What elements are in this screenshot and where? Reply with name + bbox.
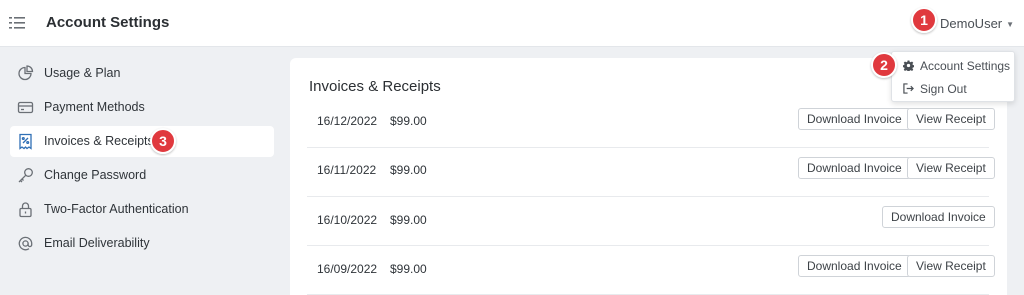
callout-badge: 1 [911, 7, 937, 33]
at-icon [18, 236, 33, 251]
download-invoice-button[interactable]: Download Invoice [798, 108, 911, 130]
sidebar-item-label: Change Password [44, 168, 147, 182]
view-receipt-button[interactable]: View Receipt [907, 255, 995, 277]
invoice-amount: $99.00 [390, 213, 427, 227]
menu-item-account-settings[interactable]: Account Settings [892, 55, 1014, 77]
download-invoice-button[interactable]: Download Invoice [798, 255, 911, 277]
view-receipt-button[interactable]: View Receipt [907, 157, 995, 179]
sidebar-item-label: Invoices & Receipts [44, 134, 154, 148]
invoice-date: 16/09/2022 [317, 262, 378, 276]
invoice-date: 16/11/2022 [317, 163, 377, 177]
sidebar-item-label: Usage & Plan [44, 66, 121, 80]
sidebar-item-payment-methods[interactable]: Payment Methods [10, 92, 274, 123]
table-row: 16/12/2022 $99.00 Download Invoice View … [307, 99, 995, 148]
sidebar-item-two-factor[interactable]: Two-Factor Authentication [10, 194, 274, 225]
callout-badge: 3 [150, 128, 176, 154]
table-row: 16/10/2022 $99.00 Download Invoice [307, 197, 995, 246]
invoice-date: 16/10/2022 [317, 213, 378, 227]
pie-chart-icon [18, 65, 34, 81]
user-menu-button[interactable]: DemoUser ▼ [940, 16, 1014, 31]
sidebar: Usage & Plan Payment Methods Invoices & … [0, 48, 283, 295]
key-icon [18, 168, 33, 183]
menu-item-label: Sign Out [920, 82, 967, 96]
invoice-amount: $99.00 [390, 262, 427, 276]
download-invoice-button[interactable]: Download Invoice [882, 206, 995, 228]
top-bar: Account Settings DemoUser ▼ [0, 0, 1024, 47]
menu-item-sign-out[interactable]: Sign Out [892, 78, 1014, 100]
user-dropdown-menu: Account Settings Sign Out [891, 51, 1015, 102]
credit-card-icon [17, 101, 34, 114]
view-receipt-button[interactable]: View Receipt [907, 108, 995, 130]
caret-down-icon: ▼ [1006, 20, 1015, 30]
callout-badge: 2 [871, 52, 897, 78]
user-name: DemoUser [940, 16, 1003, 31]
list-icon[interactable] [9, 16, 25, 30]
sidebar-item-email-deliverability[interactable]: Email Deliverability [10, 228, 274, 259]
table-row: 16/09/2022 $99.00 Download Invoice View … [307, 246, 995, 295]
sidebar-item-label: Email Deliverability [44, 236, 150, 250]
gear-icon [903, 60, 914, 71]
menu-item-label: Account Settings [920, 59, 1011, 73]
sidebar-item-label: Payment Methods [44, 100, 145, 114]
sidebar-item-change-password[interactable]: Change Password [10, 160, 274, 191]
sign-out-icon [903, 83, 914, 94]
sidebar-item-label: Two-Factor Authentication [44, 202, 189, 216]
sidebar-item-usage-plan[interactable]: Usage & Plan [10, 58, 274, 89]
lock-icon [19, 202, 32, 218]
panel-title: Invoices & Receipts [309, 78, 441, 95]
sidebar-item-invoices-receipts[interactable]: Invoices & Receipts [10, 126, 274, 157]
table-row: 16/11/2022 $99.00 Download Invoice View … [307, 148, 995, 197]
receipt-icon [19, 133, 32, 150]
download-invoice-button[interactable]: Download Invoice [798, 157, 911, 179]
invoice-date: 16/12/2022 [317, 114, 378, 128]
page-title: Account Settings [46, 14, 170, 31]
invoice-amount: $99.00 [390, 163, 427, 177]
invoice-amount: $99.00 [390, 114, 427, 128]
